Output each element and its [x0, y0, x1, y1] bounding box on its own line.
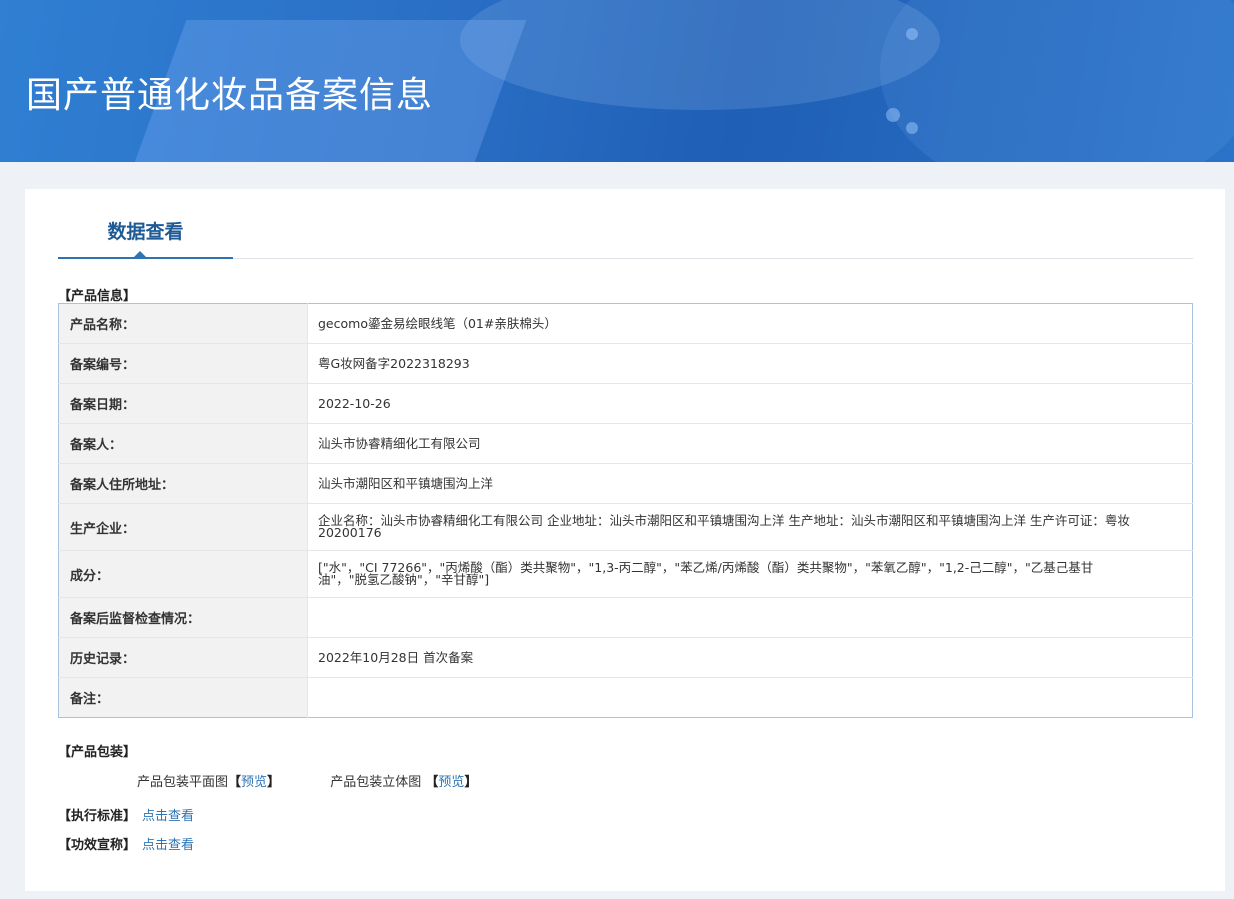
row-value-ingredients: ["水"，"CI 77266"，"丙烯酸（酯）类共聚物"，"1,3-丙二醇"，"… — [307, 550, 1193, 598]
table-row: 备案人住所地址： 汕头市潮阳区和平镇塘围沟上洋 — [58, 463, 1193, 504]
standard-label: 【执行标准】 — [58, 809, 137, 824]
packaging-stereo-preview-link[interactable]: 预览 — [438, 775, 464, 790]
table-row: 备案人： 汕头市协睿精细化工有限公司 — [58, 423, 1193, 464]
bracket-open: 【 — [228, 775, 242, 790]
standard-line: 【执行标准】 点击查看 — [58, 805, 194, 824]
row-label-remarks: 备注： — [58, 677, 308, 718]
row-label-record-number: 备案编号： — [58, 343, 308, 384]
efficacy-view-link[interactable]: 点击查看 — [142, 838, 194, 853]
row-label-history: 历史记录： — [58, 637, 308, 678]
row-label-record-date: 备案日期： — [58, 383, 308, 424]
banner-dot — [906, 28, 918, 40]
bracket-close: 】 — [267, 775, 281, 790]
header-banner: 国产普通化妆品备案信息 — [0, 0, 1234, 162]
banner-decoration — [880, 0, 1234, 162]
efficacy-label: 【功效宣称】 — [58, 838, 137, 853]
packaging-heading: 【产品包装】 — [58, 745, 137, 760]
row-value-record-date: 2022-10-26 — [307, 383, 1193, 424]
row-value-supervision — [307, 597, 1193, 638]
efficacy-line: 【功效宣称】 点击查看 — [58, 834, 194, 853]
tab-data-view[interactable]: 数据查看 — [58, 189, 233, 259]
banner-decoration — [460, 0, 940, 110]
bracket-open: 【 — [425, 775, 439, 790]
table-row: 历史记录： 2022年10月28日 首次备案 — [58, 637, 1193, 678]
table-row: 成分： ["水"，"CI 77266"，"丙烯酸（酯）类共聚物"，"1,3-丙二… — [58, 550, 1193, 598]
row-value-registrant: 汕头市协睿精细化工有限公司 — [307, 423, 1193, 464]
packaging-flat-label: 产品包装平面图 — [137, 775, 229, 790]
table-row: 备案日期： 2022-10-26 — [58, 383, 1193, 424]
table-row: 产品名称： gecomo鎏金易绘眼线笔（01#亲肤棉头） — [58, 303, 1193, 344]
packaging-stereo-item: 产品包装立体图 【预览】 — [330, 771, 477, 790]
row-value-history: 2022年10月28日 首次备案 — [307, 637, 1193, 678]
row-value-remarks — [308, 678, 1193, 718]
product-info-heading: 【产品信息】 — [58, 289, 137, 304]
table-row: 备案后监督检查情况： — [58, 597, 1193, 638]
packaging-row: 产品包装平面图【预览】 产品包装立体图 【预览】 — [137, 771, 477, 790]
row-value-product-name: gecomo鎏金易绘眼线笔（01#亲肤棉头） — [307, 303, 1193, 344]
packaging-flat-item: 产品包装平面图【预览】 — [137, 771, 280, 790]
row-value-manufacturer: 企业名称：汕头市协睿精细化工有限公司 企业地址：汕头市潮阳区和平镇塘围沟上洋 生… — [307, 503, 1193, 551]
standard-view-link[interactable]: 点击查看 — [142, 809, 194, 824]
row-label-ingredients: 成分： — [58, 550, 308, 598]
tab-bar: 数据查看 — [58, 189, 1193, 259]
packaging-stereo-label: 产品包装立体图 — [330, 775, 422, 790]
row-value-record-number: 粤G妆网备字2022318293 — [307, 343, 1193, 384]
bracket-close: 】 — [464, 775, 478, 790]
banner-dot — [906, 122, 918, 134]
table-row: 备案编号： 粤G妆网备字2022318293 — [58, 343, 1193, 384]
row-value-registrant-address: 汕头市潮阳区和平镇塘围沟上洋 — [307, 463, 1193, 504]
row-label-registrant-address: 备案人住所地址： — [58, 463, 308, 504]
row-label-manufacturer: 生产企业： — [58, 503, 308, 551]
row-label-supervision: 备案后监督检查情况： — [58, 597, 308, 638]
row-label-registrant: 备案人： — [58, 423, 308, 464]
table-row: 生产企业： 企业名称：汕头市协睿精细化工有限公司 企业地址：汕头市潮阳区和平镇塘… — [58, 503, 1193, 551]
caret-up-icon — [134, 251, 146, 257]
packaging-flat-preview-link[interactable]: 预览 — [241, 775, 267, 790]
product-info-table: 产品名称： gecomo鎏金易绘眼线笔（01#亲肤棉头） 备案编号： 粤G妆网备… — [58, 303, 1193, 718]
tab-label: 数据查看 — [107, 221, 184, 243]
table-row: 备注： — [58, 677, 1193, 718]
page-title: 国产普通化妆品备案信息 — [26, 75, 434, 116]
content-panel: 数据查看 【产品信息】 产品名称： gecomo鎏金易绘眼线笔（01#亲肤棉头）… — [25, 189, 1225, 891]
banner-dot — [886, 108, 900, 122]
row-label-product-name: 产品名称： — [58, 303, 308, 344]
